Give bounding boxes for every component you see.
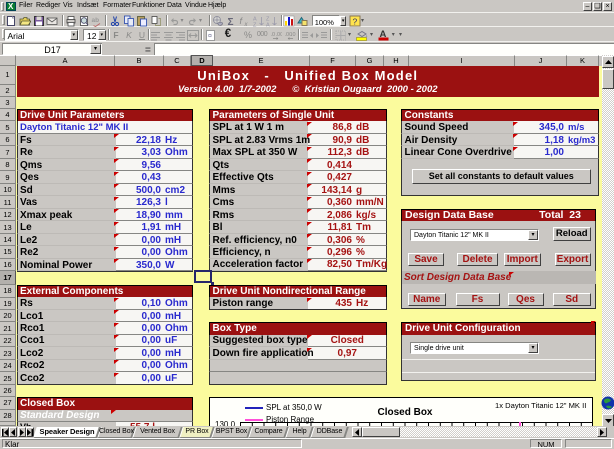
- svg-text:ab: ab: [92, 17, 100, 24]
- svg-text:A: A: [266, 22, 270, 27]
- svg-text:¤: ¤: [208, 33, 212, 40]
- svg-text:f: f: [240, 16, 244, 26]
- svg-text:?: ?: [353, 16, 358, 26]
- svg-text:Σ: Σ: [227, 17, 233, 27]
- svg-text:x: x: [244, 22, 249, 27]
- svg-text:Z: Z: [253, 22, 257, 27]
- svg-text:.0: .0: [291, 32, 296, 38]
- svg-text:.0: .0: [271, 32, 276, 38]
- svg-text:.00: .00: [276, 32, 283, 38]
